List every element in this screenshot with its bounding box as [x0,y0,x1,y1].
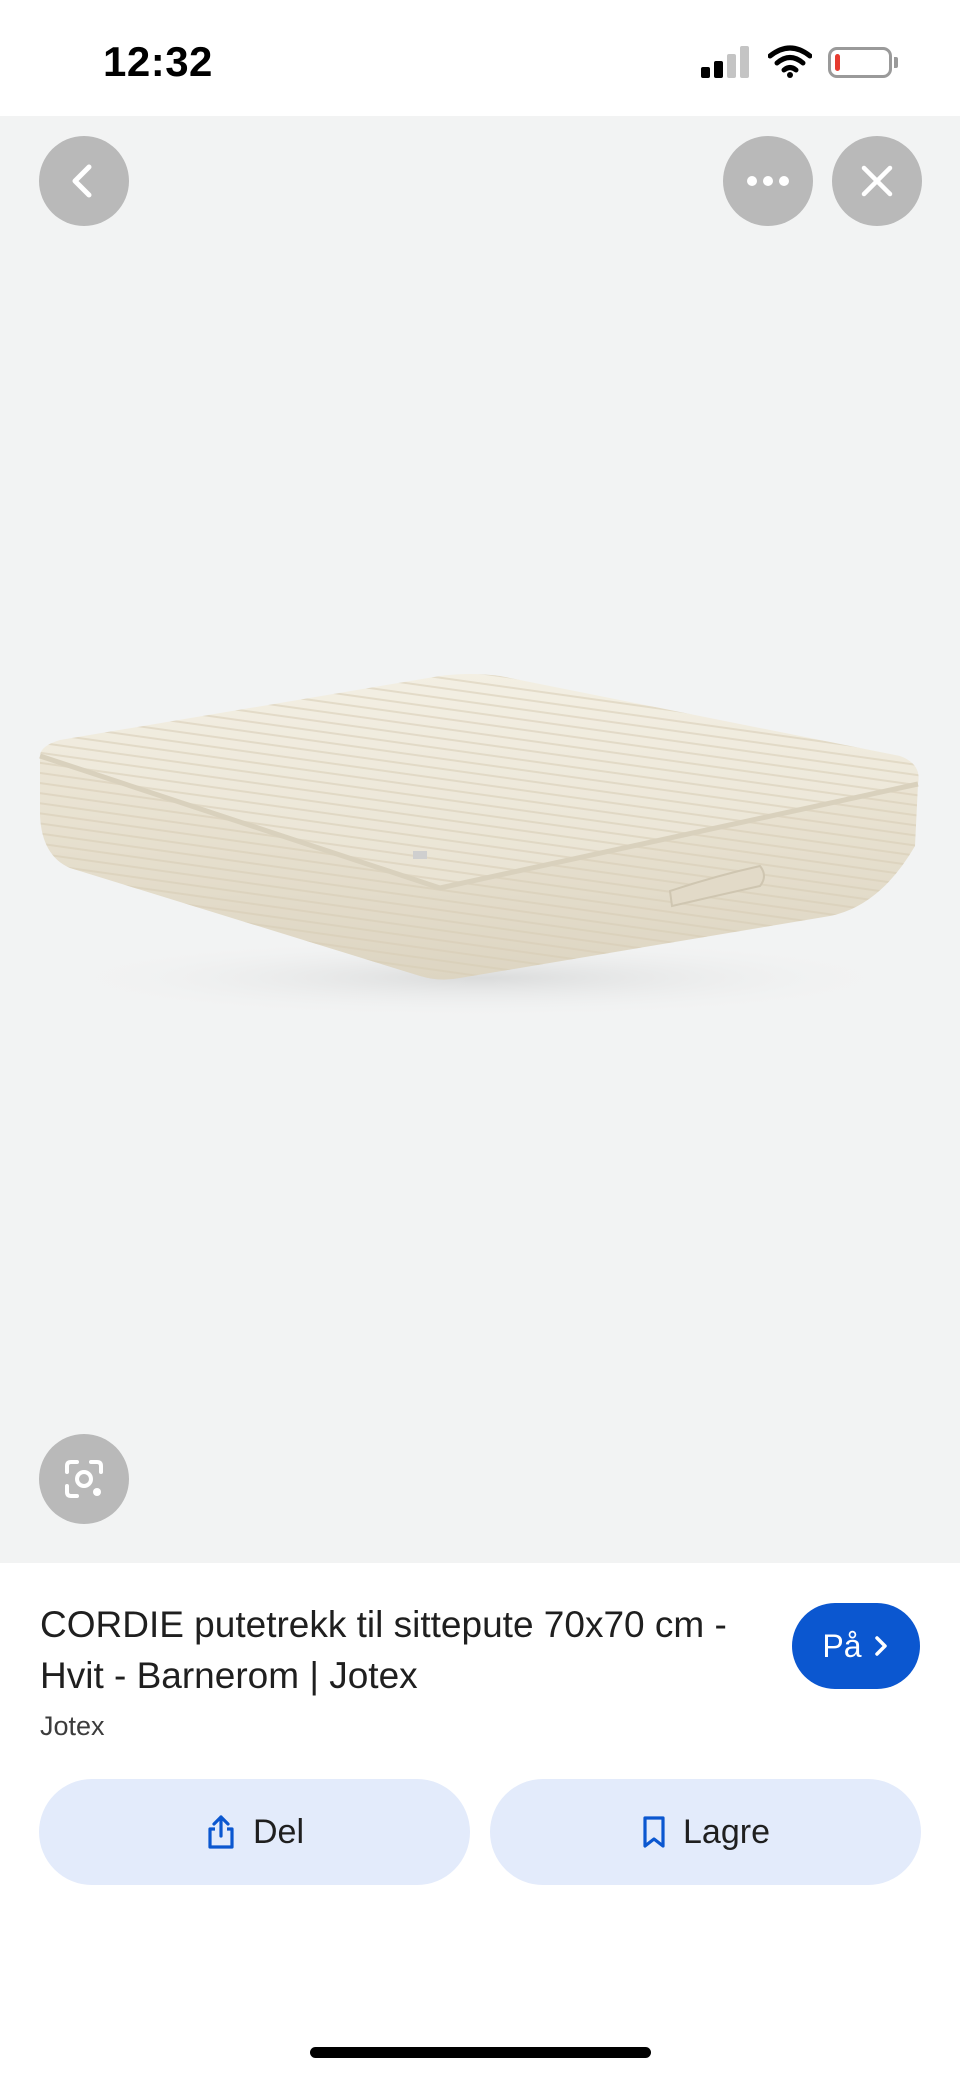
back-button[interactable] [39,136,129,226]
visual-search-button[interactable] [39,1434,129,1524]
battery-icon [828,47,892,78]
more-horizontal-icon [747,176,789,186]
share-icon [208,1815,234,1849]
visit-label: På [822,1627,862,1664]
share-button[interactable]: Del [39,1779,470,1885]
lens-camera-icon [65,1460,103,1498]
save-label: Lagre [683,1812,770,1851]
wifi-icon [768,45,812,78]
chevron-right-icon [874,1636,887,1656]
close-icon [861,165,893,197]
save-button[interactable]: Lagre [490,1779,921,1885]
source-name: Jotex [40,1711,105,1741]
image-viewer[interactable] [0,116,960,1563]
share-label: Del [252,1812,305,1851]
result-info-panel: CORDIE putetrekk til sittepute 70x70 cm … [0,1563,960,2078]
product-image [39,674,919,1018]
visit-button[interactable]: På [792,1603,920,1689]
battery-level [835,54,840,71]
close-button[interactable] [832,136,922,226]
status-time: 12:32 [103,38,213,85]
battery-tip [894,57,898,68]
chevron-left-icon [72,164,92,198]
more-options-button[interactable] [723,136,813,226]
product-title[interactable]: CORDIE putetrekk til sittepute 70x70 cm … [40,1599,740,1701]
bookmark-icon [643,1816,665,1848]
status-bar: 12:32 [0,0,960,116]
cellular-signal-icon [701,46,749,78]
home-indicator[interactable] [310,2047,651,2058]
